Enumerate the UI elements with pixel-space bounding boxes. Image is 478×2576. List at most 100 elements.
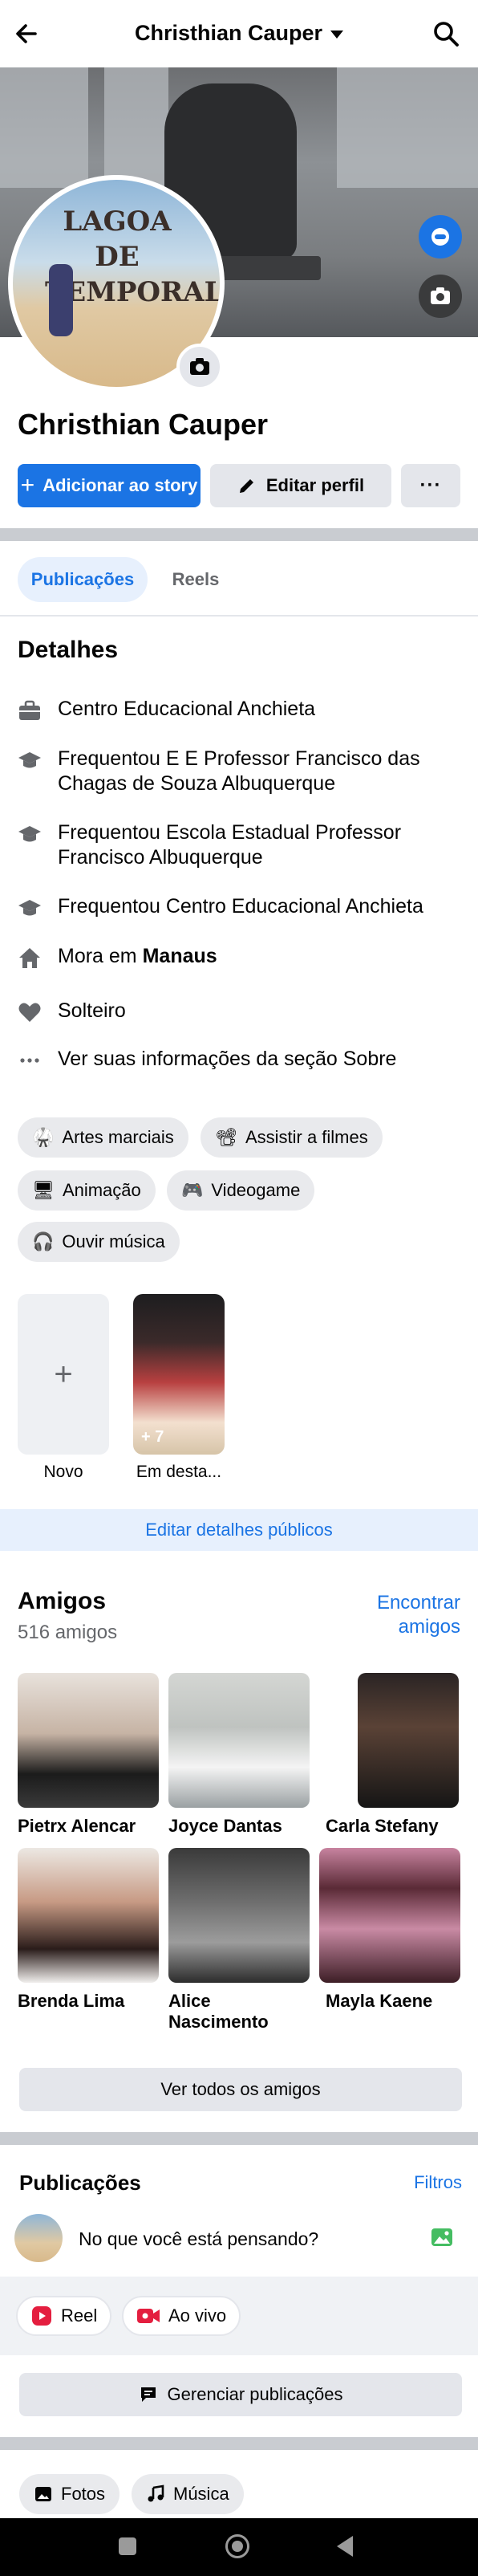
friend-photo [18,1673,159,1808]
tab-label: Reels [172,569,220,589]
graduation-cap-icon [18,752,41,768]
media-tab-fotos[interactable]: Fotos [19,2474,120,2514]
edit-profile-button[interactable]: Editar perfil [210,464,391,507]
friend-card[interactable]: Brenda Lima [18,1848,159,2012]
pencil-icon [239,479,253,493]
home-button-icon[interactable] [225,2534,249,2558]
reel-label: Reel [61,2305,98,2326]
chip-label: Artes marciais [62,1127,174,1147]
live-label: Ao vivo [168,2305,227,2326]
monitor-icon: 🖥 [32,1180,55,1200]
featured-highlight[interactable]: + 7 [133,1294,225,1455]
details-title: Detalhes [18,637,119,663]
friend-card[interactable]: Mayla Kaene [319,1848,460,2012]
see-all-friends-button[interactable]: Ver todos os amigos [19,2068,462,2111]
chip-label: Ouvir música [62,1231,165,1251]
friend-name: Mayla Kaene [326,1991,433,2011]
movie-projector-icon: 📽 [215,1127,237,1147]
plus-icon: + [20,472,35,499]
interest-chip[interactable]: 📽 Assistir a filmes [201,1117,383,1158]
edit-public-details-button[interactable]: Editar detalhes públicos [0,1509,478,1551]
media-tab-musica[interactable]: Música [132,2474,244,2514]
composer-input[interactable]: No que você está pensando? [79,2228,318,2250]
find-friends-link[interactable]: Encontrar amigos [353,1591,460,1639]
photo-icon[interactable] [430,2225,454,2249]
friend-card[interactable]: Carla Stefany [321,1673,462,1837]
friend-name: Carla Stefany [326,1816,439,1836]
friend-card[interactable]: Pietrx Alencar [18,1673,159,1837]
divider [0,615,478,617]
see-about-link[interactable]: Ver suas informações da seção Sobre [18,1047,467,1072]
tab-publicacoes[interactable]: Publicações [18,557,148,602]
edit-public-label: Editar detalhes públicos [145,1520,333,1540]
graduation-cap-icon [18,826,41,842]
edit-profile-label: Editar perfil [265,475,365,495]
friend-photo [319,1848,460,1983]
friend-name: Alice Nascimento [168,1991,269,2032]
detail-education: Frequentou Escola Estadual Professor Fra… [18,820,467,870]
graduation-cap-icon [18,900,41,916]
gamepad-icon: 🎮 [181,1180,204,1200]
media-tab-label: Fotos [61,2484,106,2504]
photos-icon [35,2487,51,2501]
detail-text: Centro Educacional Anchieta [58,698,316,720]
detail-prefix: Mora em [58,945,143,967]
tab-label: Publicações [30,569,135,589]
friend-photo [168,1848,310,1983]
friend-photo [358,1673,459,1808]
detail-text: Frequentou Escola Estadual Professor Fra… [58,821,402,869]
add-story-button[interactable]: + Adicionar ao story [18,464,201,507]
new-highlight-button[interactable]: + [18,1294,109,1455]
camera-icon [190,358,209,375]
reel-button[interactable]: Reel [16,2296,112,2336]
cover-camera-button[interactable] [419,275,462,318]
chat-bubble-icon [140,2387,156,2402]
friends-count: 516 amigos [18,1622,118,1643]
search-icon[interactable] [430,18,462,50]
more-dots-icon [20,1058,39,1063]
chip-label: Assistir a filmes [245,1127,368,1147]
back-nav-icon[interactable] [337,2536,353,2557]
interest-chip[interactable]: 🎧 Ouvir música [18,1222,180,1262]
friend-name: Pietrx Alencar [18,1816,136,1836]
caret-down-icon [330,30,344,39]
more-options-button[interactable]: ··· [401,464,460,507]
friend-photo [168,1673,310,1808]
friend-card[interactable]: Alice Nascimento [168,1848,310,2033]
heart-icon [18,1003,41,1022]
headphones-icon: 🎧 [32,1231,55,1251]
media-tab-label: Música [173,2484,229,2504]
interest-chip[interactable]: 🖥 Animação [18,1170,156,1211]
cover-window [104,67,168,188]
briefcase-icon [19,700,40,720]
detail-text: Frequentou Centro Educacional Anchieta [58,895,423,918]
posts-title: Publicações [19,2171,141,2195]
avatar-camera-button[interactable] [176,344,223,390]
new-highlight-label: Novo [43,1463,83,1481]
system-nav-bar [0,2518,478,2576]
section-separator [0,2437,478,2450]
recents-icon[interactable] [119,2537,136,2555]
live-button[interactable]: Ao vivo [122,2296,241,2336]
avatar-creator-button[interactable] [419,215,462,258]
detail-education: Frequentou Centro Educacional Anchieta [18,894,467,920]
profile-name: Christhian Cauper [18,408,269,441]
profile-switcher[interactable]: Christhian Cauper [0,21,478,46]
plus-icon: + [54,1356,73,1392]
composer-avatar[interactable] [14,2214,63,2262]
detail-text: Solteiro [58,999,126,1022]
cover-window [0,67,88,188]
tab-reels[interactable]: Reels [157,557,234,602]
friend-photo [18,1848,159,1983]
filters-link[interactable]: Filtros [401,2172,462,2193]
section-separator [0,2132,478,2145]
interest-chip[interactable]: 🎮 Videogame [167,1170,315,1211]
manage-posts-button[interactable]: Gerenciar publicações [19,2373,462,2416]
friend-card[interactable]: Joyce Dantas [168,1673,310,1837]
chip-label: Animação [62,1180,141,1200]
interest-chip[interactable]: 🥋 Artes marciais [18,1117,188,1158]
section-separator [0,528,478,541]
reel-icon [32,2306,51,2326]
spacer [0,1551,478,1567]
detail-education: Frequentou E E Professor Francisco das C… [18,747,467,796]
